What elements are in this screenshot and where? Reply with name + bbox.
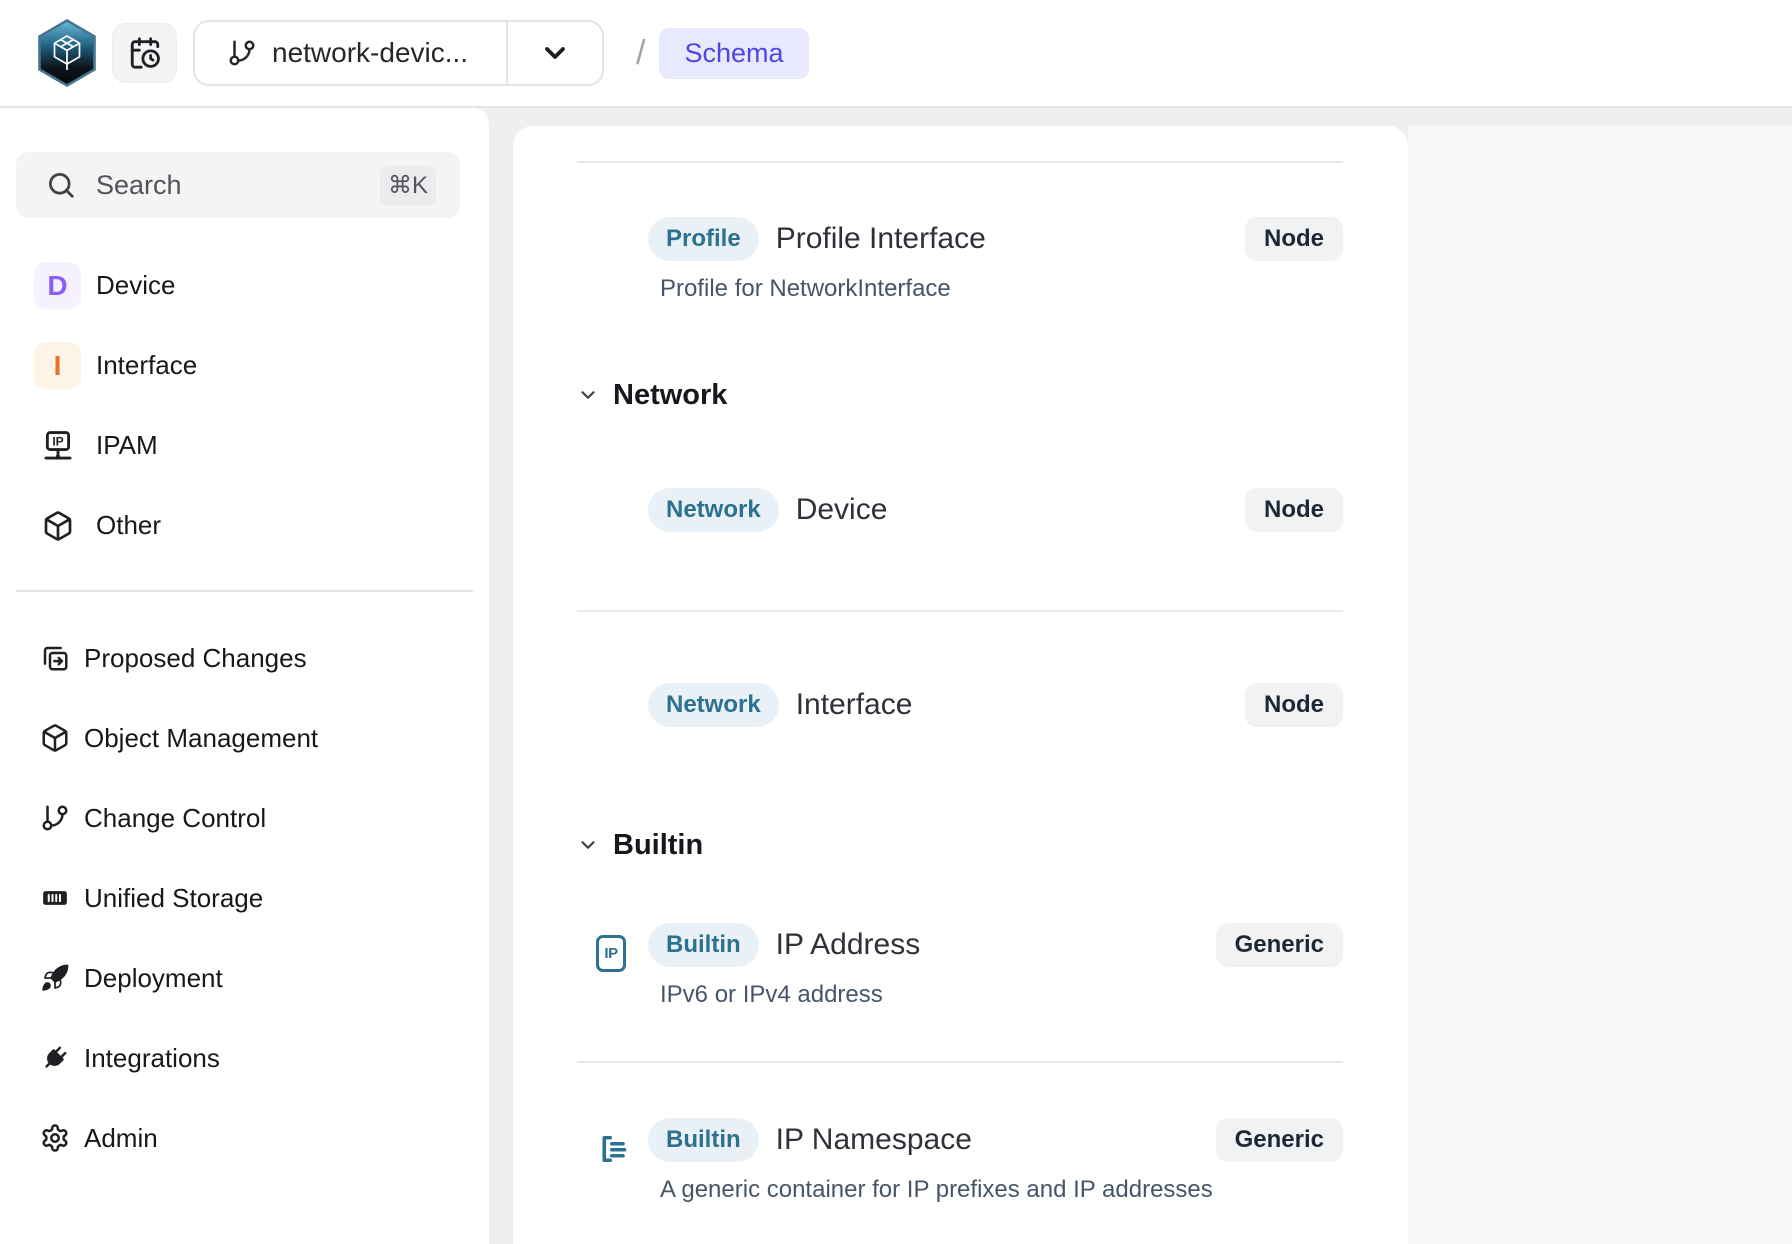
sidebar-item-label: Deployment — [84, 963, 223, 994]
calendar-clock-icon — [128, 36, 162, 70]
cube-icon — [40, 723, 70, 753]
section-title: Network — [613, 379, 727, 412]
kind-badge: Generic — [1216, 923, 1343, 967]
cube-icon — [42, 510, 74, 542]
section-network: Network Network Device Node Network Inte… — [577, 373, 1343, 779]
sidebar-item-label: Proposed Changes — [84, 643, 307, 674]
section-title: Builtin — [613, 829, 703, 862]
sidebar-item-unified-storage[interactable]: Unified Storage — [0, 876, 489, 920]
branch-dropdown-toggle[interactable] — [506, 22, 602, 84]
chevron-down-icon — [577, 384, 599, 406]
chevron-down-icon — [539, 37, 571, 69]
search-box[interactable]: ⌘K — [16, 152, 460, 218]
section-profile: Profile Profile Interface Node Profile f… — [577, 163, 1343, 360]
sidebar-item-object-management[interactable]: Object Management — [0, 716, 489, 760]
schema-nav-group: D Device I Interface IP IPAM — [0, 262, 489, 549]
schema-item-description: A generic container for IP prefixes and … — [660, 1175, 1343, 1205]
kind-badge: Node — [1245, 488, 1343, 532]
schema-item-description: IPv6 or IPv4 address — [660, 980, 1343, 1010]
sidebar-item-label: IPAM — [96, 430, 158, 461]
sidebar-item-label: Object Management — [84, 723, 318, 754]
schema-item-title: IP Namespace — [776, 1123, 972, 1157]
namespace-badge: Network — [648, 683, 779, 727]
sidebar-item-integrations[interactable]: Integrations — [0, 1036, 489, 1080]
plug-icon — [40, 1043, 70, 1073]
main-nav-group: Proposed Changes Object Management Chang… — [0, 636, 489, 1160]
search-input[interactable] — [94, 169, 380, 202]
kind-badge: Node — [1245, 683, 1343, 727]
ip-box-icon: IP — [596, 935, 626, 972]
detail-panel — [1408, 126, 1792, 1244]
ipam-icon: IP — [41, 429, 75, 463]
ipam-icon-label: IP — [52, 434, 63, 448]
storage-icon — [40, 883, 70, 913]
namespace-badge: Builtin — [648, 923, 759, 967]
top-header: network-devic... / Schema — [0, 0, 1792, 108]
git-branch-icon — [227, 38, 257, 68]
namespace-badge: Profile — [648, 217, 759, 261]
sidebar-item-deployment[interactable]: Deployment — [0, 956, 489, 1000]
schema-item-network-device[interactable]: Network Device Node — [577, 417, 1343, 610]
section-header-network[interactable]: Network — [577, 373, 1343, 417]
git-branch-icon — [40, 803, 70, 833]
kind-badge: Node — [1245, 217, 1343, 261]
schema-item-description: Profile for NetworkInterface — [660, 274, 1343, 304]
diff-icon — [40, 643, 70, 673]
chevron-down-icon — [577, 834, 599, 856]
sidebar-item-ipam[interactable]: IP IPAM — [0, 422, 489, 469]
section-builtin: Builtin IP Builtin IP Address Generic IP… — [577, 823, 1343, 1244]
schema-item-title: Interface — [796, 688, 913, 722]
sidebar-item-label: Other — [96, 510, 161, 541]
schema-item-title: Device — [796, 493, 888, 527]
sidebar-item-admin[interactable]: Admin — [0, 1116, 489, 1160]
sidebar-item-label: Admin — [84, 1123, 158, 1154]
schema-item-title: IP Address — [776, 928, 921, 962]
sidebar-item-label: Change Control — [84, 803, 266, 834]
interface-initial-chip: I — [34, 342, 81, 389]
sidebar-item-label: Unified Storage — [84, 883, 263, 914]
infrahub-logo-icon[interactable] — [38, 19, 96, 87]
sidebar-item-change-control[interactable]: Change Control — [0, 796, 489, 840]
sidebar-item-device[interactable]: D Device — [0, 262, 489, 309]
schedule-button[interactable] — [112, 23, 177, 83]
sidebar-item-label: Device — [96, 270, 175, 301]
schema-item-ip-address[interactable]: IP Builtin IP Address Generic IPv6 or IP… — [577, 867, 1343, 1061]
namespace-badge: Network — [648, 488, 779, 532]
breadcrumb-schema[interactable]: Schema — [659, 28, 808, 79]
namespace-badge: Builtin — [648, 1118, 759, 1162]
search-shortcut: ⌘K — [380, 166, 436, 205]
kind-badge: Generic — [1216, 1118, 1343, 1162]
branch-selector-value: network-devic... — [195, 22, 506, 84]
sidebar-item-label: Interface — [96, 350, 197, 381]
sidebar-item-proposed-changes[interactable]: Proposed Changes — [0, 636, 489, 680]
gear-icon — [40, 1123, 70, 1153]
ip-namespace-icon — [596, 1131, 632, 1167]
sidebar-item-other[interactable]: Other — [0, 502, 489, 549]
schema-item-title: Profile Interface — [776, 222, 986, 256]
sidebar-item-label: Integrations — [84, 1043, 220, 1074]
breadcrumb-separator: / — [636, 34, 645, 73]
search-icon — [46, 170, 76, 200]
rocket-icon — [40, 963, 70, 993]
sidebar-divider — [16, 590, 473, 592]
branch-name: network-devic... — [272, 37, 468, 69]
schema-item-network-interface[interactable]: Network Interface Node — [577, 612, 1343, 779]
sidebar-item-interface[interactable]: I Interface — [0, 342, 489, 389]
sidebar: ⌘K D Device I Interface IP IPAM — [0, 108, 489, 1244]
device-initial-chip: D — [34, 262, 81, 309]
schema-item-ip-namespace[interactable]: Builtin IP Namespace Generic A generic c… — [577, 1063, 1343, 1244]
schema-list-card: Profile Profile Interface Node Profile f… — [513, 126, 1408, 1244]
section-header-builtin[interactable]: Builtin — [577, 823, 1343, 867]
schema-item-profile-interface[interactable]: Profile Profile Interface Node Profile f… — [577, 163, 1343, 360]
branch-selector[interactable]: network-devic... — [193, 20, 604, 86]
